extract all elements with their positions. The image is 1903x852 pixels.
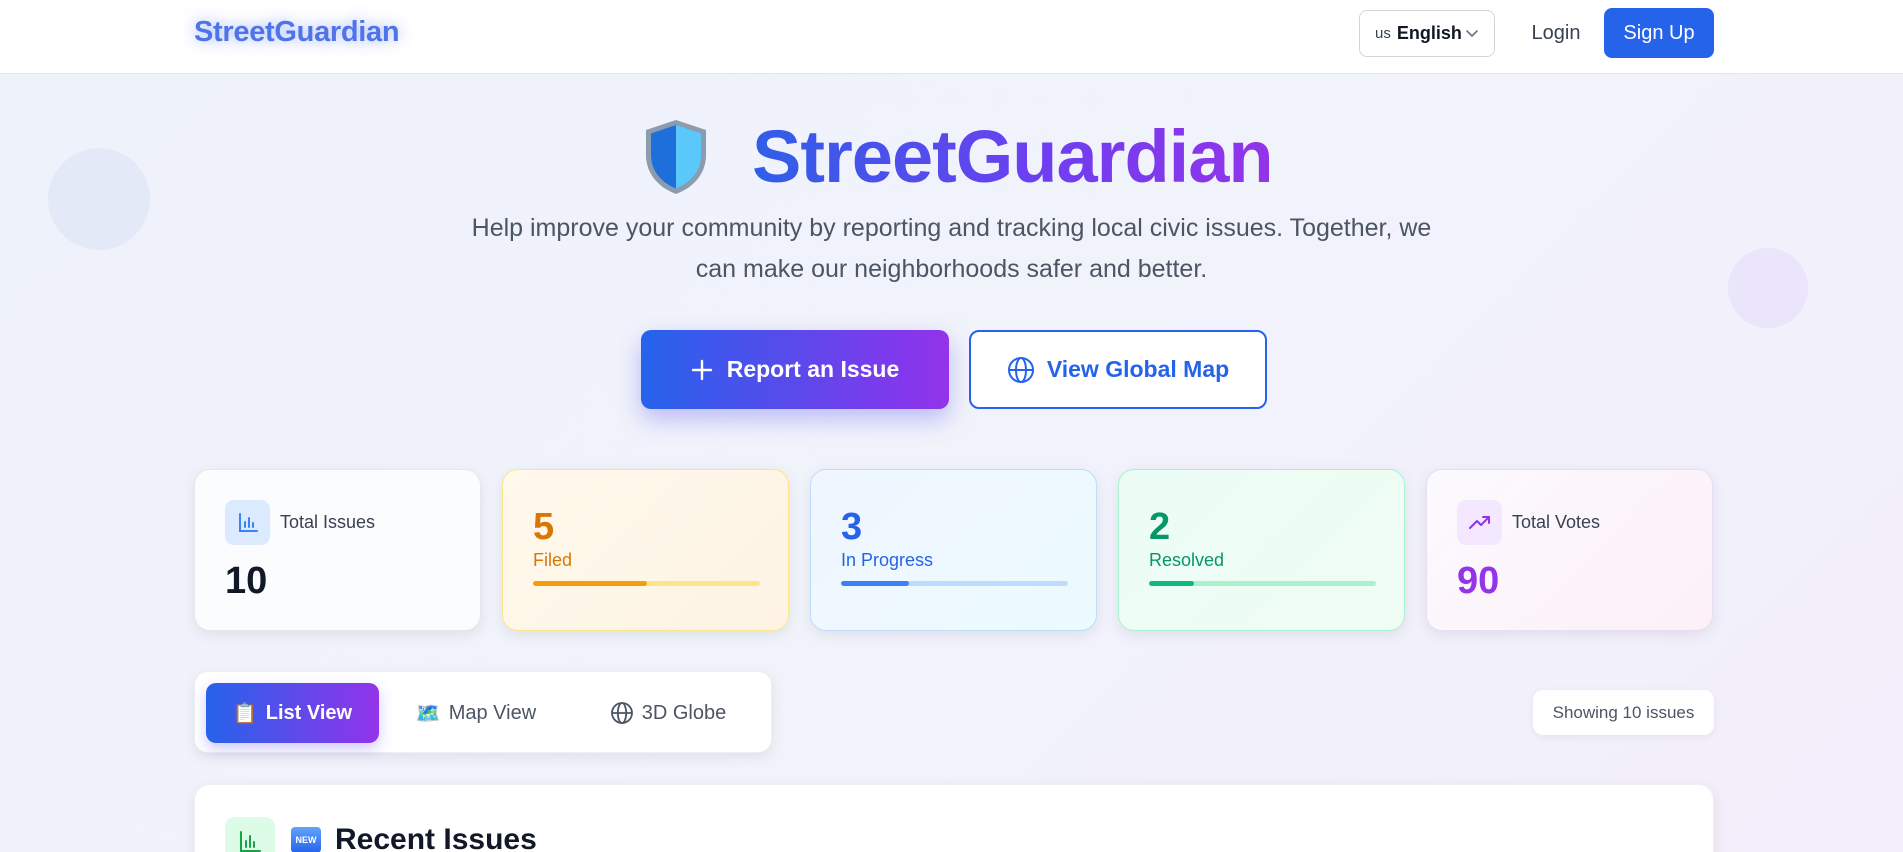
language-select[interactable]: us English [1359, 10, 1495, 57]
hero-title-row: StreetGuardian [640, 112, 1274, 202]
tab-3d-globe[interactable]: 3D Globe [603, 683, 733, 743]
in-progress-card: 3 In Progress [810, 469, 1097, 631]
signup-button[interactable]: Sign Up [1604, 8, 1714, 58]
report-issue-label: Report an Issue [726, 356, 900, 382]
bar-chart-icon [225, 817, 275, 852]
resolved-value: 2 [1149, 506, 1171, 548]
resolved-label: Resolved [1149, 550, 1225, 570]
hero-subtitle: Help improve your community by reporting… [471, 214, 1432, 283]
in-progress-progress-bar [841, 581, 1068, 586]
brand-logo[interactable]: StreetGuardian [194, 16, 400, 49]
resolved-progress-bar [1149, 581, 1376, 586]
chevron-down-icon [1466, 30, 1478, 37]
map-icon: 🗺️ [415, 702, 441, 725]
in-progress-progress-fill [841, 581, 910, 586]
tab-list-view-label: List View [265, 701, 353, 724]
trending-up-icon [1457, 500, 1502, 545]
filed-card: 5 Filed [502, 469, 789, 631]
total-votes-value: 90 [1457, 560, 1500, 602]
hero-title: StreetGuardian [752, 112, 1274, 202]
view-global-map-label: View Global Map [1046, 356, 1230, 382]
view-switcher: 📋 List View 🗺️ Map View 3D Globe [194, 671, 772, 753]
tab-map-view[interactable]: 🗺️ Map View [411, 683, 541, 743]
filed-label: Filed [533, 550, 573, 570]
language-label: English [1396, 23, 1462, 43]
shield-icon [646, 120, 706, 194]
tab-3d-globe-label: 3D Globe [641, 701, 727, 724]
tab-map-view-label: Map View [448, 701, 537, 724]
tab-list-view[interactable]: 📋 List View [206, 683, 379, 743]
new-badge-icon: NEW [291, 827, 321, 852]
globe-icon [1007, 356, 1034, 383]
report-issue-button[interactable]: Report an Issue [641, 330, 949, 409]
filed-value: 5 [533, 506, 555, 548]
resolved-progress-fill [1149, 581, 1195, 586]
in-progress-value: 3 [841, 506, 863, 548]
us-flag-icon: us [1375, 25, 1391, 42]
in-progress-label: In Progress [841, 550, 934, 570]
clipboard-icon: 📋 [232, 702, 258, 725]
total-issues-label: Total Issues [280, 512, 376, 532]
decorative-blob [48, 148, 150, 250]
total-votes-label: Total Votes [1512, 512, 1601, 532]
login-link[interactable]: Login [1518, 10, 1594, 57]
plus-icon [691, 359, 712, 380]
showing-count: Showing 10 issues [1533, 690, 1714, 735]
recent-issues-panel: NEW Recent Issues [194, 784, 1714, 852]
decorative-blob [1728, 248, 1808, 328]
total-votes-card: Total Votes 90 [1426, 469, 1713, 631]
globe-icon [610, 702, 633, 724]
view-global-map-button[interactable]: View Global Map [969, 330, 1267, 409]
resolved-card: 2 Resolved [1118, 469, 1405, 631]
filed-progress-bar [533, 581, 760, 586]
recent-issues-title: Recent Issues [335, 823, 537, 852]
top-navbar: StreetGuardian us English Login Sign Up [0, 0, 1903, 74]
total-issues-value: 10 [225, 560, 268, 602]
total-issues-card: Total Issues 10 [194, 469, 481, 631]
bar-chart-icon [225, 500, 270, 545]
filed-progress-fill [533, 581, 647, 586]
